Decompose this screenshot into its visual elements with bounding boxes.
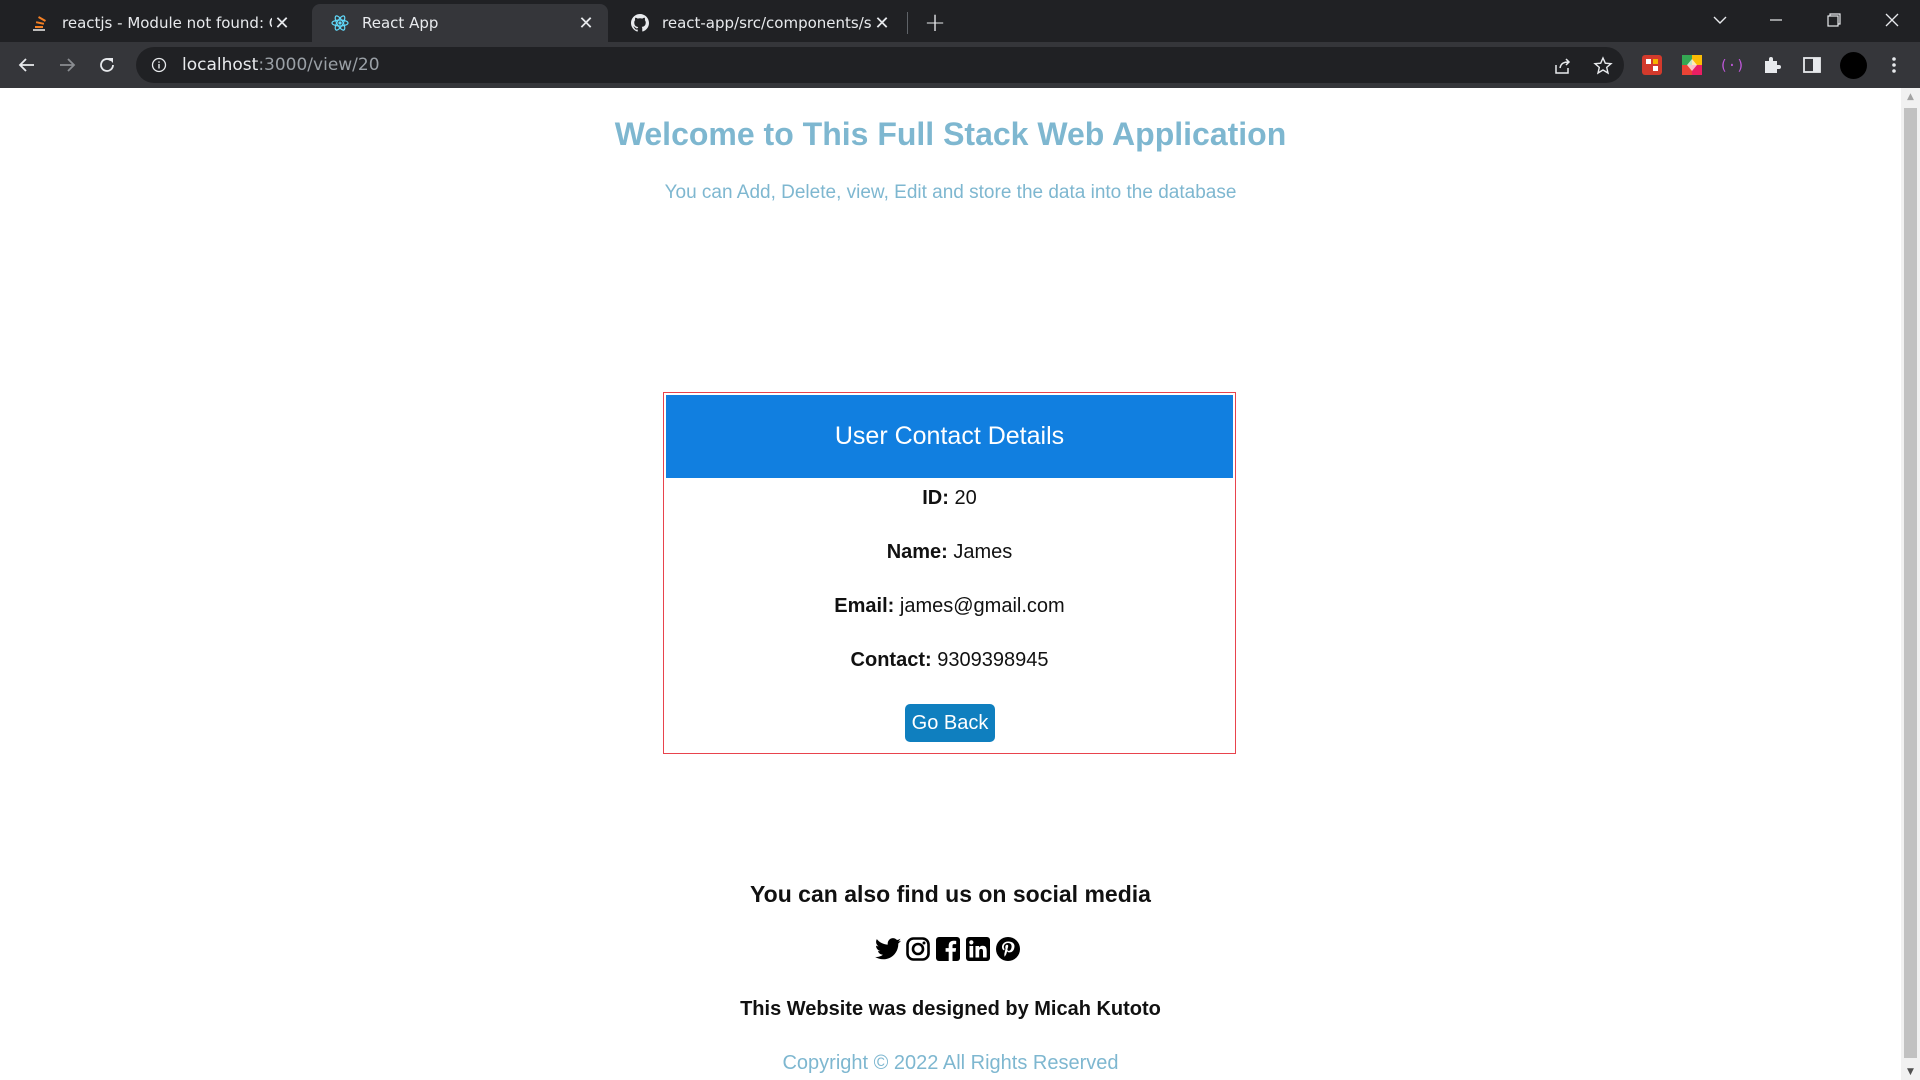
restore-icon[interactable] xyxy=(1806,0,1862,40)
forward-arrow-icon[interactable] xyxy=(51,49,83,81)
social-icons xyxy=(874,935,1021,963)
vertical-scrollbar[interactable]: ▲ ▼ xyxy=(1901,88,1920,1080)
field-label: Contact: xyxy=(850,649,932,671)
field-id: ID: 20 xyxy=(664,487,1235,510)
field-value: 9309398945 xyxy=(937,649,1049,671)
go-back-button[interactable]: Go Back xyxy=(905,704,995,742)
linkedin-icon[interactable] xyxy=(964,935,991,963)
card-header: User Contact Details xyxy=(666,395,1233,478)
github-icon xyxy=(630,13,650,33)
page-title: Welcome to This Full Stack Web Applicati… xyxy=(614,116,1287,152)
close-icon[interactable]: ✕ xyxy=(576,13,596,34)
new-tab-plus-icon[interactable]: + xyxy=(920,8,950,38)
tab-search-chevron-icon[interactable] xyxy=(1692,0,1748,40)
field-label: Name: xyxy=(886,541,948,563)
field-label: ID: xyxy=(922,487,949,509)
tab-github[interactable]: react-app/src/components/styles ✕ xyxy=(612,4,904,42)
react-icon xyxy=(330,13,350,33)
extensions-puzzle-icon[interactable] xyxy=(1760,53,1784,77)
twitter-icon[interactable] xyxy=(874,935,901,963)
site-info-icon[interactable] xyxy=(150,56,168,74)
page-subtitle: You can Add, Delete, view, Edit and stor… xyxy=(664,182,1237,203)
address-bar[interactable]: localhost:3000/view/20 xyxy=(136,47,1624,83)
menu-kebab-icon[interactable] xyxy=(1882,53,1906,77)
instagram-icon[interactable] xyxy=(904,935,931,963)
share-icon[interactable] xyxy=(1552,55,1574,77)
window-close-icon[interactable] xyxy=(1864,0,1920,40)
scroll-thumb[interactable] xyxy=(1904,108,1917,1058)
extension-colorful-icon[interactable] xyxy=(1680,53,1704,77)
back-arrow-icon[interactable] xyxy=(11,49,43,81)
pinterest-icon[interactable] xyxy=(994,935,1021,963)
minimize-icon[interactable] xyxy=(1748,0,1804,40)
field-name: Name: James xyxy=(664,541,1235,564)
svg-text:(·): (·) xyxy=(1721,58,1743,74)
reload-icon[interactable] xyxy=(91,49,123,81)
url-path: :3000/view/20 xyxy=(258,55,380,75)
field-value: James xyxy=(953,541,1013,563)
bookmark-star-icon[interactable] xyxy=(1592,55,1614,77)
url-host: localhost xyxy=(182,55,259,75)
extension-red-icon[interactable] xyxy=(1640,53,1664,77)
tab-separator xyxy=(907,12,908,34)
tab-title: react-app/src/components/styles xyxy=(662,14,872,32)
field-label: Email: xyxy=(834,595,895,617)
facebook-icon[interactable] xyxy=(934,935,961,963)
tab-title: reactjs - Module not found: Can't xyxy=(62,14,272,32)
stackoverflow-icon xyxy=(30,13,50,33)
url-text: localhost:3000/view/20 xyxy=(182,55,380,75)
copyright-text: Copyright © 2022 All Rights Reserved xyxy=(782,1052,1119,1074)
scroll-down-arrow-icon[interactable]: ▼ xyxy=(1901,1063,1920,1080)
tab-stackoverflow[interactable]: reactjs - Module not found: Can't ✕ xyxy=(12,4,304,42)
user-contact-card: User Contact Details ID: 20 Name: James … xyxy=(663,392,1236,754)
scroll-up-arrow-icon[interactable]: ▲ xyxy=(1901,88,1920,105)
close-icon[interactable]: ✕ xyxy=(872,13,892,34)
field-value: 20 xyxy=(954,487,977,509)
close-icon[interactable]: ✕ xyxy=(272,13,292,34)
extension-brackets-icon[interactable]: (·) xyxy=(1720,53,1744,77)
side-panel-icon[interactable] xyxy=(1800,53,1824,77)
profile-avatar[interactable] xyxy=(1840,52,1867,79)
tab-react-app[interactable]: React App ✕ xyxy=(312,4,608,42)
tab-title: React App xyxy=(362,14,439,32)
tab-strip: reactjs - Module not found: Can't ✕ Reac… xyxy=(0,0,1920,42)
field-contact: Contact: 9309398945 xyxy=(664,649,1235,672)
field-value: james@gmail.com xyxy=(899,595,1065,617)
designed-by-text: This Website was designed by Micah Kutot… xyxy=(740,998,1161,1020)
social-heading: You can also find us on social media xyxy=(750,881,1151,907)
field-email: Email: james@gmail.com xyxy=(664,595,1235,618)
browser-toolbar: localhost:3000/view/20 (·) xyxy=(0,42,1920,88)
